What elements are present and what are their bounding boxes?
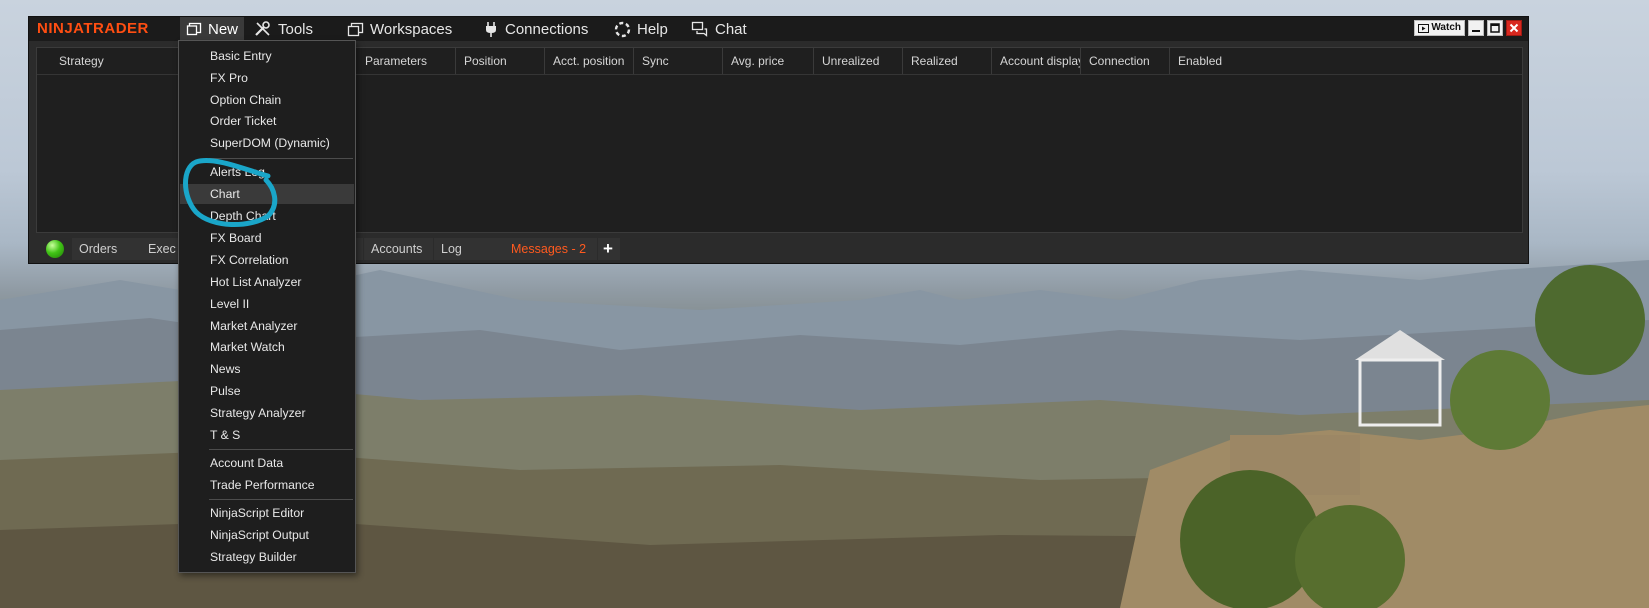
menu-help[interactable]: Help — [608, 17, 674, 41]
column-connection[interactable]: Connection — [1081, 48, 1170, 74]
minimize-button[interactable] — [1468, 20, 1484, 36]
tab-messages-label: Messages - 2 — [511, 242, 587, 256]
menu-item-option-chain[interactable]: Option Chain — [180, 90, 354, 110]
column-unrealized[interactable]: Unrealized — [814, 48, 903, 74]
lifebuoy-icon — [614, 21, 631, 37]
tab-orders-label: Orders — [79, 242, 118, 256]
menu-tools-label: Tools — [278, 20, 314, 38]
menu-item-level-ii[interactable]: Level II — [180, 294, 354, 314]
menu-item-chart[interactable]: Chart — [180, 184, 354, 204]
column-account-display[interactable]: Account display — [992, 48, 1081, 74]
menu-item-news[interactable]: News — [180, 359, 354, 379]
column-parameters[interactable]: Parameters — [357, 48, 456, 74]
close-icon — [1509, 23, 1519, 33]
menu-separator — [209, 158, 353, 159]
menu-item-alerts-log[interactable]: Alerts Log — [180, 162, 354, 182]
chat-icon — [691, 21, 708, 37]
menu-item-trade-performance[interactable]: Trade Performance — [180, 475, 354, 495]
column-strategy-label: Strategy — [59, 54, 104, 68]
menu-item-strategy-builder[interactable]: Strategy Builder — [180, 547, 354, 567]
menu-chat[interactable]: Chat — [685, 17, 753, 41]
connection-status-icon — [46, 240, 64, 258]
menu-item-pulse[interactable]: Pulse — [180, 381, 354, 401]
menu-new[interactable]: New — [180, 17, 245, 41]
workspaces-icon — [347, 22, 364, 36]
maximize-button[interactable] — [1487, 20, 1503, 36]
column-acct-position-label: Acct. position — [553, 54, 625, 68]
column-connection-label: Connection — [1089, 54, 1150, 68]
column-parameters-label: Parameters — [365, 54, 428, 68]
tab-accounts-label: Accounts — [371, 242, 423, 256]
menu-item-market-analyzer[interactable]: Market Analyzer — [180, 316, 354, 336]
menu-bar: NINJATRADER New Tools Workspaces Connect… — [29, 17, 1528, 41]
menu-item-basic-entry[interactable]: Basic Entry — [180, 46, 354, 66]
tools-icon — [255, 21, 270, 36]
tab-accounts[interactable]: Accounts — [364, 238, 433, 260]
app-logo: NINJATRADER — [37, 20, 149, 37]
column-realized-label: Realized — [911, 54, 958, 68]
add-tab-icon: + — [603, 239, 613, 258]
column-position[interactable]: Position — [456, 48, 545, 74]
menu-item-strategy-analyzer[interactable]: Strategy Analyzer — [180, 403, 354, 423]
add-tab-button[interactable]: + — [598, 238, 620, 260]
column-account-display-label: Account display — [1000, 54, 1081, 68]
menu-item-ninjascript-output[interactable]: NinjaScript Output — [180, 525, 354, 545]
window-controls: Watch — [1414, 20, 1522, 36]
menu-item-fx-pro[interactable]: FX Pro — [180, 68, 354, 88]
menu-separator — [209, 449, 353, 450]
plug-icon — [486, 21, 496, 37]
menu-item-market-watch[interactable]: Market Watch — [180, 337, 354, 357]
menu-item-hot-list-analyzer[interactable]: Hot List Analyzer — [180, 272, 354, 292]
column-avg-price-label: Avg. price — [731, 54, 785, 68]
menu-separator — [209, 499, 353, 500]
maximize-icon — [1490, 23, 1500, 33]
menu-item-t-and-s[interactable]: T & S — [180, 425, 354, 445]
watch-label: Watch — [1431, 22, 1461, 33]
menu-item-order-ticket[interactable]: Order Ticket — [180, 111, 354, 131]
menu-help-label: Help — [637, 20, 668, 38]
tab-executions-label: Exec — [148, 242, 176, 256]
menu-new-label: New — [208, 20, 239, 38]
new-menu-dropdown: Basic Entry FX Pro Option Chain Order Ti… — [178, 40, 356, 573]
column-enabled[interactable]: Enabled — [1170, 48, 1270, 74]
menu-workspaces[interactable]: Workspaces — [341, 17, 458, 41]
column-realized[interactable]: Realized — [903, 48, 992, 74]
new-window-icon — [186, 22, 202, 36]
column-acct-position[interactable]: Acct. position — [545, 48, 634, 74]
menu-item-superdom[interactable]: SuperDOM (Dynamic) — [180, 133, 354, 153]
tab-orders[interactable]: Orders — [72, 238, 141, 260]
column-avg-price[interactable]: Avg. price — [723, 48, 814, 74]
close-button[interactable] — [1506, 20, 1522, 36]
tab-log[interactable]: Log — [434, 238, 504, 260]
tab-messages[interactable]: Messages - 2 — [504, 238, 597, 260]
menu-item-fx-board[interactable]: FX Board — [180, 228, 354, 248]
minimize-icon — [1472, 30, 1480, 32]
video-icon — [1418, 23, 1430, 33]
watch-button[interactable]: Watch — [1414, 20, 1465, 36]
menu-connections[interactable]: Connections — [477, 17, 594, 41]
menu-workspaces-label: Workspaces — [370, 20, 453, 38]
column-unrealized-label: Unrealized — [822, 54, 880, 68]
menu-connections-label: Connections — [505, 20, 589, 38]
menu-item-account-data[interactable]: Account Data — [180, 453, 354, 473]
menu-item-ninjascript-editor[interactable]: NinjaScript Editor — [180, 503, 354, 523]
column-sync-label: Sync — [642, 54, 669, 68]
menu-item-depth-chart[interactable]: Depth Chart — [180, 206, 354, 226]
tab-log-label: Log — [441, 242, 462, 256]
menu-item-fx-correlation[interactable]: FX Correlation — [180, 250, 354, 270]
column-position-label: Position — [464, 54, 507, 68]
column-enabled-label: Enabled — [1178, 54, 1223, 68]
menu-tools[interactable]: Tools — [248, 17, 319, 41]
column-strategy[interactable]: Strategy — [37, 48, 187, 74]
menu-chat-label: Chat — [715, 20, 747, 38]
column-sync[interactable]: Sync — [634, 48, 723, 74]
